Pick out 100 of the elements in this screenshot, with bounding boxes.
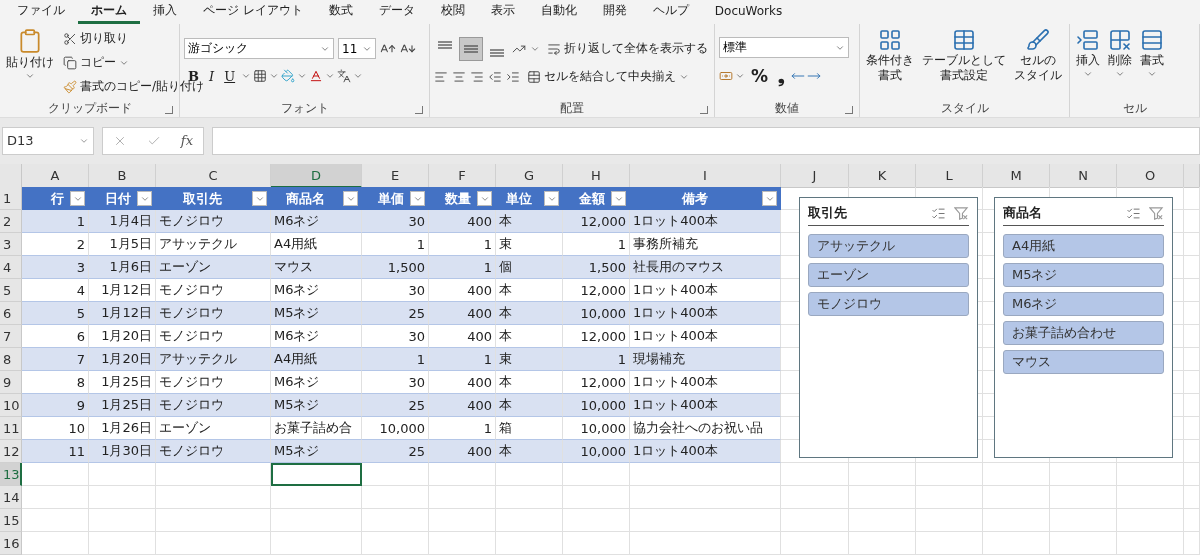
column-title: 取引先 — [182, 189, 223, 208]
slicer-title: 取引先 — [808, 204, 848, 222]
table-cell: M5ネジ — [271, 440, 362, 463]
table-cell: 箱 — [496, 417, 563, 440]
table-cell: 1ロット400本 — [630, 394, 781, 417]
table-cell: 事務所補充 — [630, 233, 781, 256]
table-cell: 25 — [362, 394, 429, 417]
column-title: 金額 — [579, 189, 605, 208]
table-cell: 束 — [496, 233, 563, 256]
table-cell: 400 — [429, 394, 496, 417]
column-title: 商品名 — [285, 189, 326, 208]
table-cell: モノジロウ — [156, 440, 271, 463]
table-cell: 1ロット400本 — [630, 210, 781, 233]
table-cell: 10,000 — [563, 440, 630, 463]
table-cell: 1 — [563, 233, 630, 256]
table-cell: 400 — [429, 325, 496, 348]
table-cell: 本 — [496, 302, 563, 325]
table-cell: 1,500 — [362, 256, 429, 279]
table-cell: 11 — [22, 440, 89, 463]
column-title: 日付 — [105, 189, 131, 208]
table-cell: 個 — [496, 256, 563, 279]
table-cell: 10 — [22, 417, 89, 440]
table-cell: 本 — [496, 210, 563, 233]
table-cell: 400 — [429, 279, 496, 302]
table-cell: 1 — [22, 210, 89, 233]
table-cell: 1 — [563, 348, 630, 371]
column-title: 備考 — [680, 189, 709, 208]
table-cell: 1月20日 — [89, 325, 156, 348]
table-cell: 1月12日 — [89, 302, 156, 325]
table-cell: 1月12日 — [89, 279, 156, 302]
table-cell: 12,000 — [563, 325, 630, 348]
table-cell: 6 — [22, 325, 89, 348]
table-cell: 30 — [362, 371, 429, 394]
table-cell: 1ロット400本 — [630, 279, 781, 302]
table-cell: 1 — [429, 417, 496, 440]
table-cell: 4 — [22, 279, 89, 302]
table-cell: 束 — [496, 348, 563, 371]
table-cell: 本 — [496, 279, 563, 302]
table-cell: 社長用のマウス — [630, 256, 781, 279]
table-cell: 本 — [496, 325, 563, 348]
group-label: スタイル — [940, 99, 989, 117]
table-cell: 本 — [496, 440, 563, 463]
table-cell: 1 — [429, 233, 496, 256]
table-cell: モノジロウ — [156, 210, 271, 233]
table-cell: 1,500 — [563, 256, 630, 279]
table-cell: 10,000 — [563, 302, 630, 325]
table-cell: 400 — [429, 210, 496, 233]
column-title: 単価 — [378, 189, 404, 208]
slicer-title: 商品名 — [1003, 204, 1043, 222]
group-label: 数値 — [775, 99, 799, 117]
table-cell: 12,000 — [563, 279, 630, 302]
table-cell: 1 — [429, 256, 496, 279]
table-cell: 7 — [22, 348, 89, 371]
table-cell: 1 — [362, 233, 429, 256]
table-cell: モノジロウ — [156, 279, 271, 302]
table-cell: 1月4日 — [89, 210, 156, 233]
table-cell: お菓子詰め合 — [271, 417, 362, 440]
table-cell: 1 — [429, 348, 496, 371]
table-cell: 1月25日 — [89, 371, 156, 394]
group-label: フォント — [280, 99, 329, 117]
table-cell: モノジロウ — [156, 371, 271, 394]
table-cell: 1月30日 — [89, 440, 156, 463]
table-cell: 1ロット400本 — [630, 325, 781, 348]
table-cell: M5ネジ — [271, 394, 362, 417]
table-cell: 現場補充 — [630, 348, 781, 371]
table-cell: M6ネジ — [271, 325, 362, 348]
column-title: 単位 — [504, 189, 533, 208]
table-cell: モノジロウ — [156, 325, 271, 348]
table-cell: 25 — [362, 302, 429, 325]
table-cell: 本 — [496, 394, 563, 417]
table-cell: 30 — [362, 279, 429, 302]
table-cell: A4用紙 — [271, 233, 362, 256]
table-cell: 1月5日 — [89, 233, 156, 256]
table-cell: 9 — [22, 394, 89, 417]
table-cell: 1月20日 — [89, 348, 156, 371]
table-cell: M6ネジ — [271, 210, 362, 233]
table-cell: 8 — [22, 371, 89, 394]
group-label: 配置 — [560, 99, 584, 117]
group-label: クリップボード — [47, 99, 132, 117]
table-cell: 25 — [362, 440, 429, 463]
table-cell: M6ネジ — [271, 371, 362, 394]
table-cell: 1月6日 — [89, 256, 156, 279]
table-cell: アサッテクル — [156, 348, 271, 371]
table-cell: A4用紙 — [271, 348, 362, 371]
table-cell: 協力会社へのお祝い品 — [630, 417, 781, 440]
table-cell: エーゾン — [156, 417, 271, 440]
table-cell: 2 — [22, 233, 89, 256]
table-cell: 30 — [362, 210, 429, 233]
table-cell: 1月26日 — [89, 417, 156, 440]
column-title: 行 — [51, 189, 64, 208]
table-cell: 本 — [496, 371, 563, 394]
table-cell: 10,000 — [563, 394, 630, 417]
group-label: セル — [1122, 99, 1147, 117]
table-cell: 1ロット400本 — [630, 371, 781, 394]
table-cell: モノジロウ — [156, 394, 271, 417]
table-cell: 12,000 — [563, 210, 630, 233]
table-cell: 1 — [362, 348, 429, 371]
table-cell: 400 — [429, 371, 496, 394]
table-cell: 10,000 — [563, 417, 630, 440]
table-cell: 400 — [429, 302, 496, 325]
